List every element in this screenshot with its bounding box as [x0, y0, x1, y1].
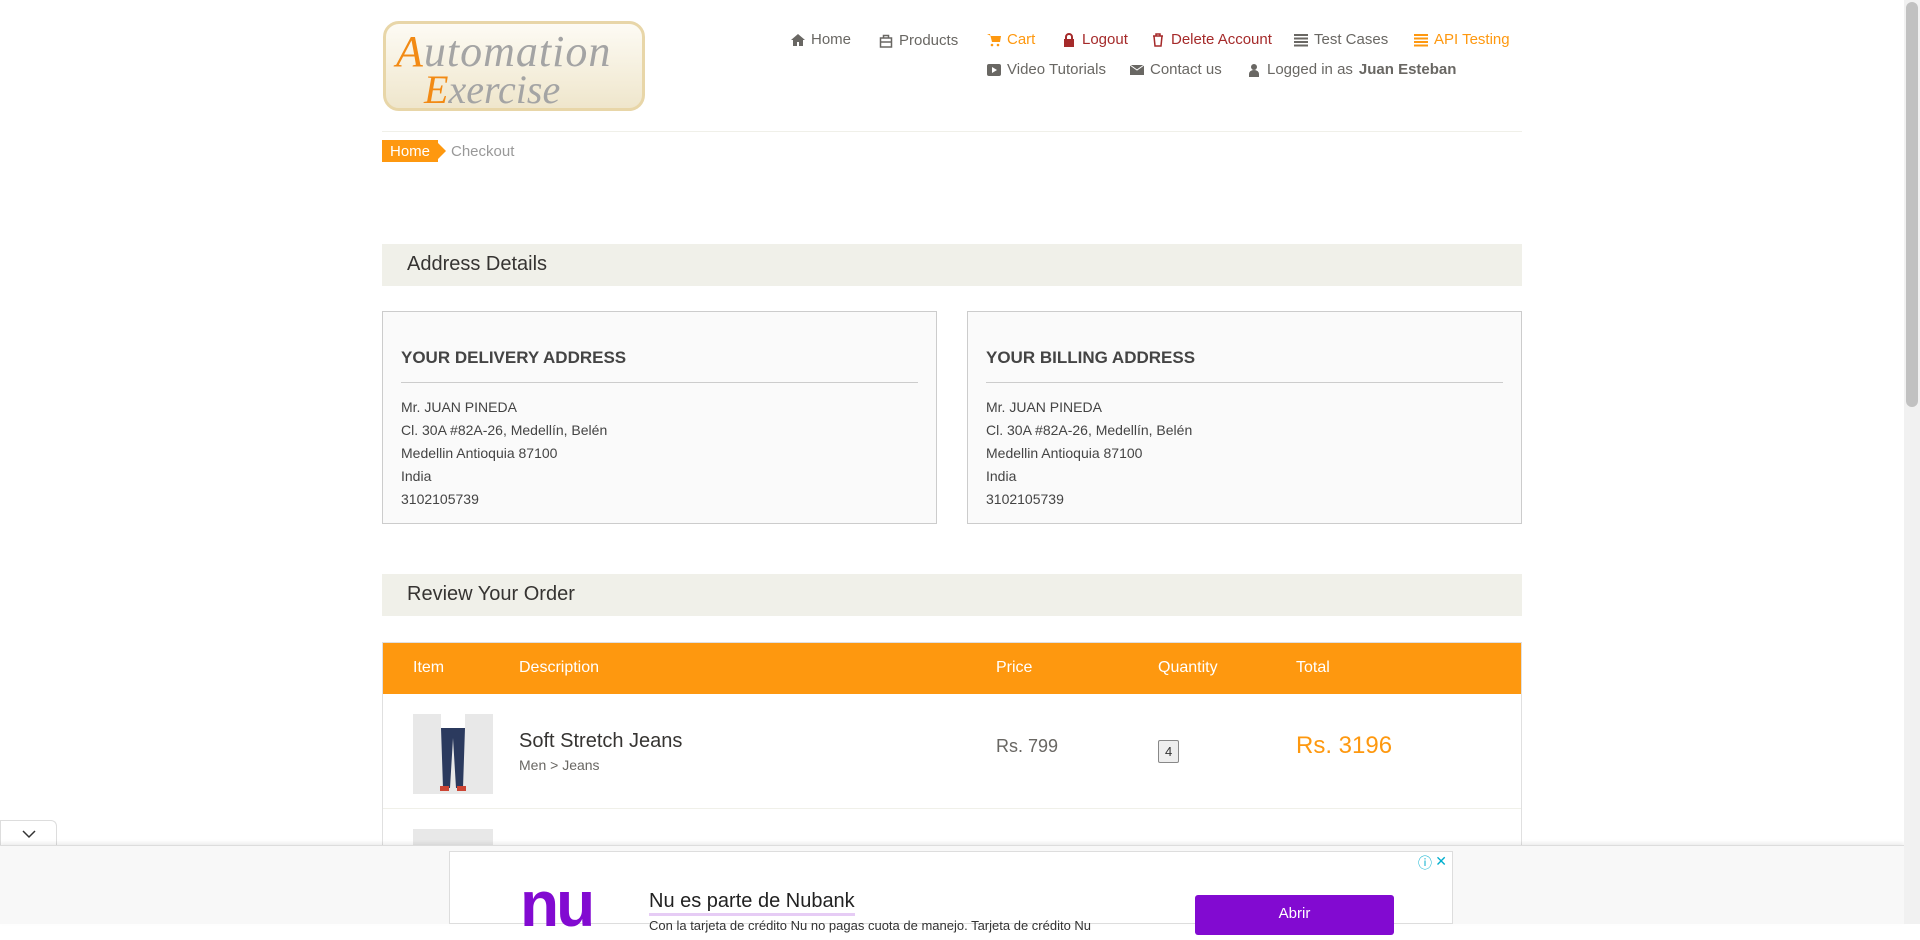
nav-video-tutorials[interactable]: Video Tutorials [987, 61, 1106, 78]
youtube-play-icon [987, 63, 1001, 76]
cart-icon [987, 33, 1001, 46]
ad-description: Con la tarjeta de crédito Nu no pagas cu… [649, 918, 1092, 933]
delivery-address1: Cl. 30A #82A-26, Medellín, Belén [401, 422, 608, 438]
nav-logout-label: Logout [1082, 31, 1128, 48]
nav-test-cases[interactable]: Test Cases [1294, 31, 1388, 48]
product-name-link[interactable]: Soft Stretch Jeans [519, 730, 682, 753]
header-divider [382, 131, 1522, 132]
envelope-icon [1130, 64, 1144, 75]
ad-close-icon[interactable]: ✕ [1435, 853, 1447, 870]
billing-name: Mr. JUAN PINEDA [986, 399, 1102, 415]
nav-delete-account-label: Delete Account [1171, 31, 1272, 48]
delivery-country: India [401, 468, 432, 484]
nav-test-cases-label: Test Cases [1314, 31, 1389, 48]
product-quantity: 4 [1158, 740, 1180, 763]
logged-in-status: Logged in as Juan Esteban [1247, 61, 1456, 78]
billing-phone: 3102105739 [986, 491, 1064, 507]
delivery-address-box: YOUR DELIVERY ADDRESS Mr. JUAN PINEDA Cl… [382, 311, 937, 524]
nav-api-testing-label: API Testing [1434, 31, 1510, 48]
logged-in-label: Logged in as [1267, 61, 1353, 78]
product-image[interactable] [413, 714, 493, 794]
product-category: Men > Jeans [519, 757, 600, 773]
nav-contact-label: Contact us [1150, 61, 1222, 78]
site-logo[interactable]: Automation Exercise [383, 21, 645, 112]
header-item: Item [413, 659, 445, 676]
nav-cart-label: Cart [1007, 31, 1036, 48]
nav-delete-account[interactable]: Delete Account [1151, 31, 1272, 48]
header-price: Price [996, 659, 1033, 676]
nav-video-label: Video Tutorials [1007, 61, 1106, 78]
delivery-phone: 3102105739 [401, 491, 479, 507]
nubank-logo: nu [520, 868, 595, 940]
ad-collapse-button[interactable] [0, 820, 57, 846]
list-icon [1294, 33, 1308, 46]
shopping-bag-icon [879, 34, 893, 48]
header-quantity: Quantity [1158, 659, 1218, 676]
nav-api-testing[interactable]: API Testing [1414, 31, 1510, 48]
ad-open-button[interactable]: Abrir [1195, 895, 1394, 935]
breadcrumb-home[interactable]: Home [382, 140, 447, 162]
review-order-heading: Review Your Order [382, 574, 1522, 616]
nav-products[interactable]: Products [879, 32, 958, 49]
trash-icon [1153, 32, 1163, 47]
delivery-name: Mr. JUAN PINEDA [401, 399, 517, 415]
ad-title[interactable]: Nu es parte de Nubank [649, 890, 855, 916]
billing-address1: Cl. 30A #82A-26, Medellín, Belén [986, 422, 1193, 438]
nav-contact-us[interactable]: Contact us [1130, 61, 1222, 78]
delivery-city: Medellin Antioquia 87100 [401, 445, 558, 461]
nav-products-label: Products [899, 32, 959, 49]
order-table: Item Description Price Quantity Total So… [382, 642, 1522, 924]
billing-heading: YOUR BILLING ADDRESS [986, 348, 1503, 383]
table-header: Item Description Price Quantity Total [383, 643, 1521, 694]
list-icon [1414, 33, 1428, 46]
ad-banner[interactable]: ⓘ ✕ nu Nu es parte de Nubank Con la tarj… [449, 851, 1453, 936]
billing-country: India [986, 468, 1017, 484]
nav-logout[interactable]: Logout [1062, 31, 1128, 48]
table-row: Soft Stretch Jeans Men > Jeans Rs. 799 4… [383, 694, 1521, 809]
ad-info-icon[interactable]: ⓘ [1418, 853, 1432, 873]
breadcrumb-current: Checkout [451, 143, 515, 160]
username: Juan Esteban [1358, 61, 1457, 78]
product-total: Rs. 3196 [1296, 732, 1393, 759]
scrollbar-thumb[interactable] [1906, 2, 1918, 407]
header-description: Description [519, 659, 600, 676]
delivery-heading: YOUR DELIVERY ADDRESS [401, 348, 918, 383]
home-icon [791, 33, 805, 46]
billing-address-box: YOUR BILLING ADDRESS Mr. JUAN PINEDA Cl.… [967, 311, 1522, 524]
header-total: Total [1296, 659, 1330, 676]
nav-cart[interactable]: Cart [987, 31, 1035, 48]
chevron-down-icon [21, 830, 36, 839]
address-details-heading: Address Details [382, 244, 1522, 286]
nav-home-label: Home [811, 31, 852, 48]
billing-city: Medellin Antioquia 87100 [986, 445, 1143, 461]
lock-icon [1064, 32, 1074, 47]
product-price: Rs. 799 [996, 736, 1059, 756]
user-icon [1249, 63, 1259, 77]
nav-home[interactable]: Home [791, 31, 851, 48]
